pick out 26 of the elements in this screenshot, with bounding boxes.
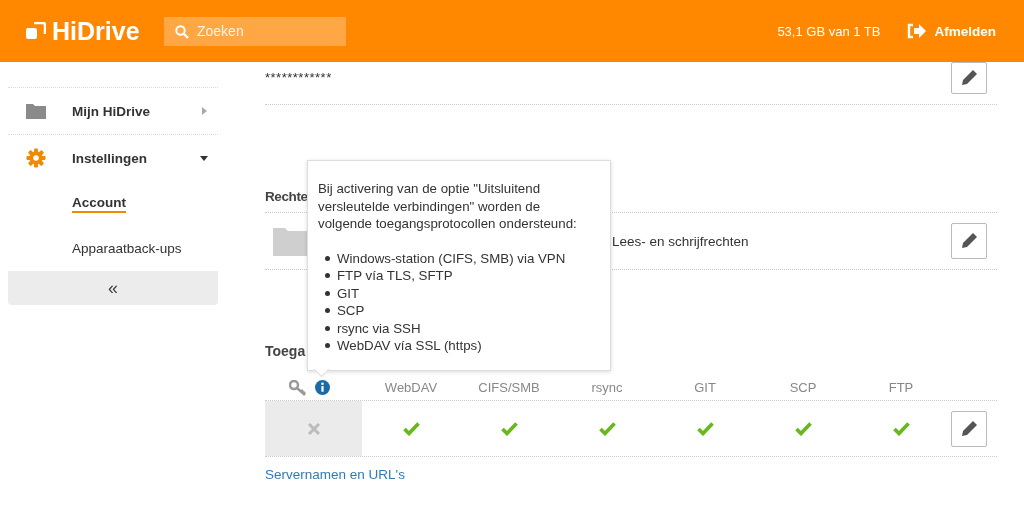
section-heading: Rechte [265, 188, 308, 206]
sidebar-item[interactable]: Instellingen [8, 134, 218, 181]
sidebar-subitem[interactable]: Account [8, 181, 218, 226]
column-header: rsync [590, 380, 624, 395]
column-header: WebDAV [383, 380, 439, 395]
column-header: FTP [887, 380, 915, 395]
column-header: GIT [693, 380, 717, 395]
sidebar-item[interactable]: Mijn HiDrive [8, 87, 218, 134]
search-field[interactable]: Zoeken [164, 16, 346, 46]
collapse-button[interactable]: « [8, 271, 218, 305]
logo-text: HiDrive [52, 16, 140, 46]
server-names-link[interactable]: Servernamen en URL's [265, 467, 405, 482]
protocol-item: rsync via SSH [337, 319, 421, 337]
protocol-item: GIT [337, 284, 360, 302]
protocol-item: FTP vía TLS, SFTP [337, 267, 453, 285]
sidebar-subitem[interactable]: Apparaatback-ups [8, 226, 218, 271]
column-header: CIFS/SMB [477, 380, 541, 395]
protocol-item: WebDAV vía SSL (https) [337, 337, 482, 355]
password-value: ************ [265, 69, 332, 85]
storage-usage: 53,1 GB van 1 TB [777, 23, 881, 39]
protocol-item: Windows-station (CIFS, SMB) via VPN [337, 249, 566, 267]
column-header: SCP [788, 380, 818, 395]
permission-text: Lees- en schrijfrechten [612, 233, 749, 249]
tooltip-text: Bij activering van de optie "Uitsluitend versleutelde verbindingen" worden de volgende toegangsprotocollen ondersteund: [318, 180, 578, 233]
protocol-item: SCP [337, 302, 365, 320]
section-heading: Toega [265, 343, 306, 361]
